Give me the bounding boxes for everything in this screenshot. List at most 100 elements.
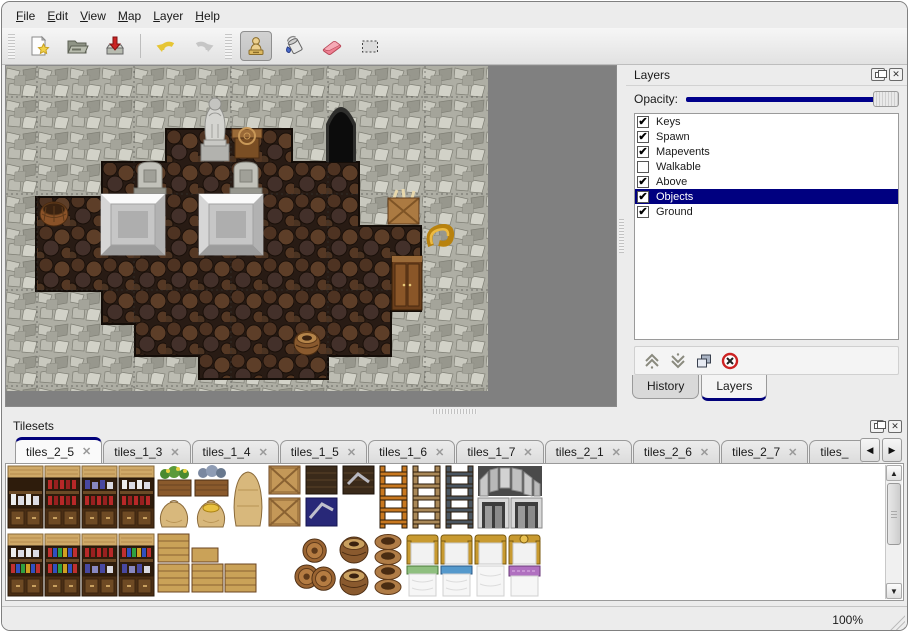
layer-row-mapevents[interactable]: ✔Mapevents [635,144,898,159]
toolbar-grip[interactable] [225,33,232,59]
tileset-tab-tiles_2_6[interactable]: tiles_2_6✕ [633,440,720,463]
save-icon [103,34,127,58]
new-file-icon [27,34,51,58]
tileset-tab-tiles_1_5[interactable]: tiles_1_5✕ [280,440,367,463]
scrollbar-thumb[interactable] [887,483,901,545]
stamp-tool-icon [244,34,268,58]
layer-row-walkable[interactable]: Walkable [635,159,898,174]
menu-file[interactable]: File [10,6,41,26]
vertical-splitter[interactable] [617,65,626,407]
toolbar-grip[interactable] [8,33,15,59]
eraser-tool-button[interactable] [316,31,348,61]
tab-close-icon[interactable]: ✕ [170,446,179,459]
lower-layer-button[interactable] [665,349,691,373]
menu-view[interactable]: View [74,6,112,26]
menu-bar: File Edit View Map Layer Help [2,2,907,28]
tilesets-panel-header: Tilesets ✕ [5,416,904,436]
status-bar: 100% [2,606,907,631]
tab-scroll-left-button[interactable]: ◀ [860,438,880,462]
layer-label: Spawn [656,131,690,143]
map-viewport[interactable] [5,65,617,407]
tilesets-panel-title: Tilesets [13,419,866,433]
barrel-object [294,331,320,355]
float-panel-button[interactable] [871,68,885,81]
basket-object [40,202,68,226]
duplicate-layer-button[interactable] [691,349,717,373]
undo-button[interactable] [150,31,182,61]
tab-close-icon[interactable]: ✕ [788,446,797,459]
delete-layer-icon [721,352,739,370]
panel-tabs: History Layers [626,375,907,407]
layer-row-objects[interactable]: ✔Objects [635,189,898,204]
tab-history[interactable]: History [632,375,699,399]
menu-help[interactable]: Help [189,6,226,26]
tileset-tab-tiles_2_5[interactable]: tiles_2_5✕ [15,437,102,463]
close-panel-button[interactable]: ✕ [888,420,902,433]
redo-icon [192,34,216,58]
map-canvas[interactable] [6,66,488,391]
layers-panel: Layers ✕ Opacity: ✔Keys ✔Spawn ✔Mapevent… [626,65,907,407]
layer-label: Walkable [656,161,701,173]
horizontal-splitter[interactable] [2,407,907,416]
layer-row-ground[interactable]: ✔Ground [635,204,898,219]
tab-scroll-right-button[interactable]: ▶ [882,438,902,462]
new-file-button[interactable] [23,31,55,61]
raise-layer-button[interactable] [639,349,665,373]
redo-button[interactable] [188,31,220,61]
splitter-grip [433,409,477,414]
duplicate-layer-icon [695,352,713,370]
tileset-tab-tiles_1_4[interactable]: tiles_1_4✕ [192,440,279,463]
save-button[interactable] [99,31,131,61]
tab-layers[interactable]: Layers [701,375,767,401]
scroll-down-button[interactable]: ▼ [886,583,902,599]
open-file-button[interactable] [61,31,93,61]
float-panel-button[interactable] [870,420,884,433]
layer-checkbox[interactable]: ✔ [637,191,649,203]
opacity-slider-track[interactable] [686,97,897,102]
opacity-slider[interactable] [686,91,899,107]
layer-checkbox[interactable]: ✔ [637,116,649,128]
tab-close-icon[interactable]: ✕ [259,446,268,459]
layers-panel-header: Layers ✕ [626,65,907,86]
tileset-scrollbar[interactable]: ▲ ▼ [885,465,902,599]
rect-select-tool-button[interactable] [354,31,386,61]
layer-checkbox[interactable]: ✔ [637,176,649,188]
tileset-tab-tiles_2_1[interactable]: tiles_2_1✕ [545,440,632,463]
layer-checkbox[interactable]: ✔ [637,131,649,143]
tileset-tab-tiles_1_7[interactable]: tiles_1_7✕ [456,440,543,463]
tab-close-icon[interactable]: ✕ [435,446,444,459]
tab-close-icon[interactable]: ✕ [347,446,356,459]
tab-close-icon[interactable]: ✕ [82,445,91,458]
float-icon [874,423,881,429]
fill-tool-button[interactable] [278,31,310,61]
tab-close-icon[interactable]: ✕ [523,446,532,459]
open-folder-icon [65,34,89,58]
layer-row-above[interactable]: ✔Above [635,174,898,189]
layer-checkbox[interactable]: ✔ [637,146,649,158]
close-icon: ✕ [892,70,900,79]
close-panel-button[interactable]: ✕ [889,68,903,81]
tileset-tab-tiles_1_3[interactable]: tiles_1_3✕ [103,440,190,463]
tileset-tab-tiles_2_7[interactable]: tiles_2_7✕ [721,440,808,463]
layer-row-spawn[interactable]: ✔ Spawn [635,129,898,144]
toolbar-separator [140,34,141,58]
tab-close-icon[interactable]: ✕ [700,446,709,459]
opacity-slider-handle[interactable] [873,91,899,107]
menu-layer[interactable]: Layer [147,6,189,26]
menu-map[interactable]: Map [112,6,147,26]
tileset-tab-tiles_1_6[interactable]: tiles_1_6✕ [368,440,455,463]
scroll-up-button[interactable]: ▲ [886,465,902,481]
tileset-canvas[interactable] [6,464,546,598]
layer-checkbox[interactable]: ✔ [637,206,649,218]
delete-layer-button[interactable] [717,349,743,373]
table-object [232,128,262,158]
resize-grip[interactable] [887,612,905,630]
layer-row-keys[interactable]: ✔Keys [635,114,898,129]
arrow-down-icon: ▼ [890,587,898,596]
stamp-tool-button[interactable] [240,31,272,61]
layer-checkbox[interactable] [637,161,649,173]
tileset-content: ▲ ▼ [5,463,904,601]
tab-close-icon[interactable]: ✕ [612,446,621,459]
tileset-tab-truncated[interactable]: tiles_ [809,440,863,463]
menu-edit[interactable]: Edit [41,6,74,26]
